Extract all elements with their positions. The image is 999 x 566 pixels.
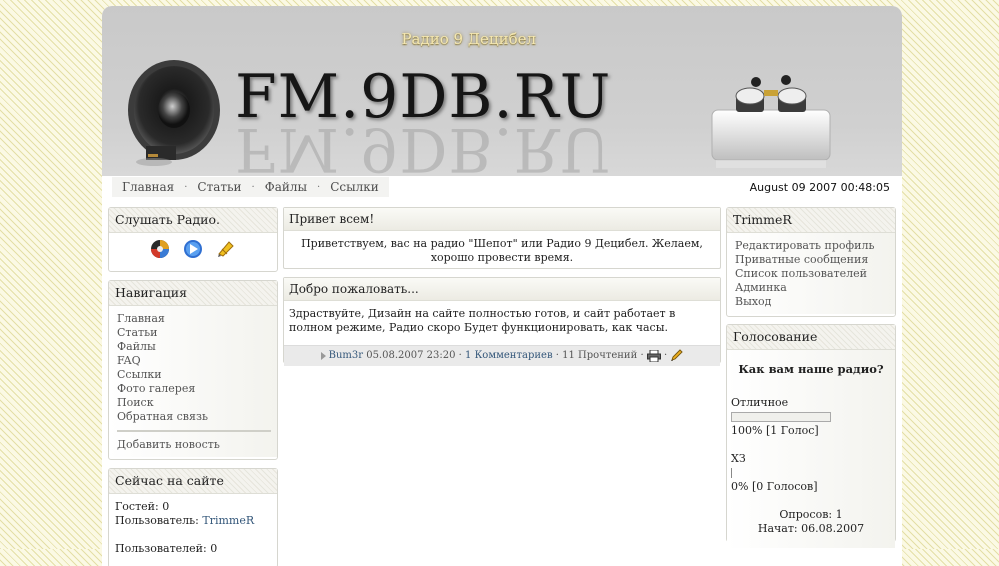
dj-mixer-icon [711, 75, 831, 168]
online-user: Пользователь: TrimmeR [115, 514, 271, 528]
online-user-label: Пользователь: [115, 514, 203, 527]
poll-started: Начат: 06.08.2007 [757, 522, 865, 535]
user-link-admin[interactable]: Админка [735, 281, 889, 295]
nav-item-articles[interactable]: Статьи [117, 326, 271, 340]
meta-separator: · [640, 350, 644, 361]
topnav-separator: · [251, 181, 255, 193]
topnav-item-home[interactable]: Главная [118, 180, 178, 194]
poll-option-bar-fill [732, 413, 830, 421]
news-reads: 11 Прочтений [562, 350, 638, 361]
news-comments-link[interactable]: 1 Комментариев [465, 350, 553, 361]
user-link-edit-profile[interactable]: Редактировать профиль [735, 239, 889, 253]
media-player-icon[interactable] [183, 239, 203, 259]
nav-item-faq[interactable]: FAQ [117, 354, 271, 368]
player-icons [109, 233, 277, 259]
current-datetime: August 09 2007 00:48:05 [749, 181, 890, 194]
welcome-title: Привет всем! [284, 208, 720, 231]
poll-block: Голосование Как вам наше радио? Отличное… [726, 324, 896, 548]
poll-question: Как вам наше радио? [738, 362, 884, 376]
poll-option-label[interactable]: Отличное [731, 396, 891, 410]
poll-option-result: 0% [0 Голосов] [731, 480, 818, 493]
site-logo[interactable]: FM.9DB.RU [235, 66, 611, 128]
user-links: Редактировать профиль Приватные сообщени… [727, 233, 895, 314]
poll-title: Голосование [727, 325, 895, 350]
news-block: Добро пожаловать... Здраствуйте, Дизайн … [283, 277, 721, 366]
meta-separator: · [555, 350, 559, 361]
user-title: TrimmeR [727, 208, 895, 233]
online-body: Гостей: 0 Пользователь: TrimmeR Пользова… [109, 494, 277, 561]
topnav-item-links[interactable]: Ссылки [326, 180, 383, 194]
site-header: Радио 9 Децибел FM.9DB.RU FM.9DB.RU [102, 6, 902, 184]
user-link-user-list[interactable]: Список пользователей [735, 267, 889, 281]
news-meta: Bum3r 05.08.2007 23:20 · 1 Комментариев … [284, 345, 720, 366]
page-container: Радио 9 Децибел FM.9DB.RU FM.9DB.RU Глав… [102, 6, 902, 566]
welcome-block: Привет всем! Приветствуем, вас на радио … [283, 207, 721, 269]
topnav-item-files[interactable]: Файлы [261, 180, 311, 194]
poll-total: Опросов: 1 [779, 508, 843, 521]
meta-separator: · [664, 350, 668, 361]
print-icon[interactable] [646, 349, 661, 362]
listen-radio-title: Слушать Радио. [109, 208, 277, 233]
nav-item-add-news[interactable]: Добавить новость [117, 438, 271, 452]
listen-radio-block: Слушать Радио. [108, 207, 278, 272]
user-link-logout[interactable]: Выход [735, 295, 889, 309]
poll-option-bar [731, 468, 734, 478]
navigation-block: Навигация Главная Статьи Файлы FAQ Ссылк… [108, 280, 278, 460]
user-link-private-messages[interactable]: Приватные сообщения [735, 253, 889, 267]
navigation-list: Главная Статьи Файлы FAQ Ссылки Фото гал… [109, 306, 277, 457]
poll-option-label[interactable]: ХЗ [731, 452, 891, 466]
online-guests: Гостей: 0 [115, 500, 170, 513]
nav-divider [117, 430, 271, 432]
nav-item-feedback[interactable]: Обратная связь [117, 410, 271, 424]
station-name: Радио 9 Децибел [401, 30, 536, 48]
winamp-icon[interactable] [150, 239, 170, 259]
welcome-text: Приветствуем, вас на радио "Шепот" или Р… [301, 237, 703, 264]
poll-option-bar [731, 412, 831, 422]
news-text: Здраствуйте, Дизайн на сайте полностью г… [289, 307, 676, 334]
online-title: Сейчас на сайте [109, 469, 277, 494]
bullet-arrow-icon [320, 351, 326, 360]
edit-pencil-icon[interactable] [670, 349, 684, 362]
topnav-item-articles[interactable]: Статьи [193, 180, 245, 194]
top-menu: Главная · Статьи · Файлы · Ссылки [112, 177, 389, 197]
top-navigation: Главная · Статьи · Файлы · Ссылки August… [102, 176, 902, 199]
poll-body: Как вам наше радио? Отличное 100% [1 Гол… [727, 350, 895, 548]
meta-separator: · [458, 350, 462, 361]
nav-item-gallery[interactable]: Фото галерея [117, 382, 271, 396]
real-player-icon[interactable] [216, 239, 236, 259]
news-title: Добро пожаловать... [284, 278, 720, 301]
navigation-title: Навигация [109, 281, 277, 306]
news-author[interactable]: Bum3r [329, 350, 363, 361]
online-block: Сейчас на сайте Гостей: 0 Пользователь: … [108, 468, 278, 566]
nav-item-home[interactable]: Главная [117, 312, 271, 326]
news-date: 05.08.2007 23:20 [366, 350, 456, 361]
topnav-separator: · [317, 181, 321, 193]
online-users-count: Пользователей: 0 [115, 542, 218, 555]
nav-item-files[interactable]: Файлы [117, 340, 271, 354]
nav-item-search[interactable]: Поиск [117, 396, 271, 410]
topnav-separator: · [184, 181, 188, 193]
user-block: TrimmeR Редактировать профиль Приватные … [726, 207, 896, 317]
poll-option-result: 100% [1 Голос] [731, 424, 819, 437]
nav-item-links[interactable]: Ссылки [117, 368, 271, 382]
online-user-name[interactable]: TrimmeR [202, 514, 254, 527]
speaker-icon [128, 60, 220, 166]
